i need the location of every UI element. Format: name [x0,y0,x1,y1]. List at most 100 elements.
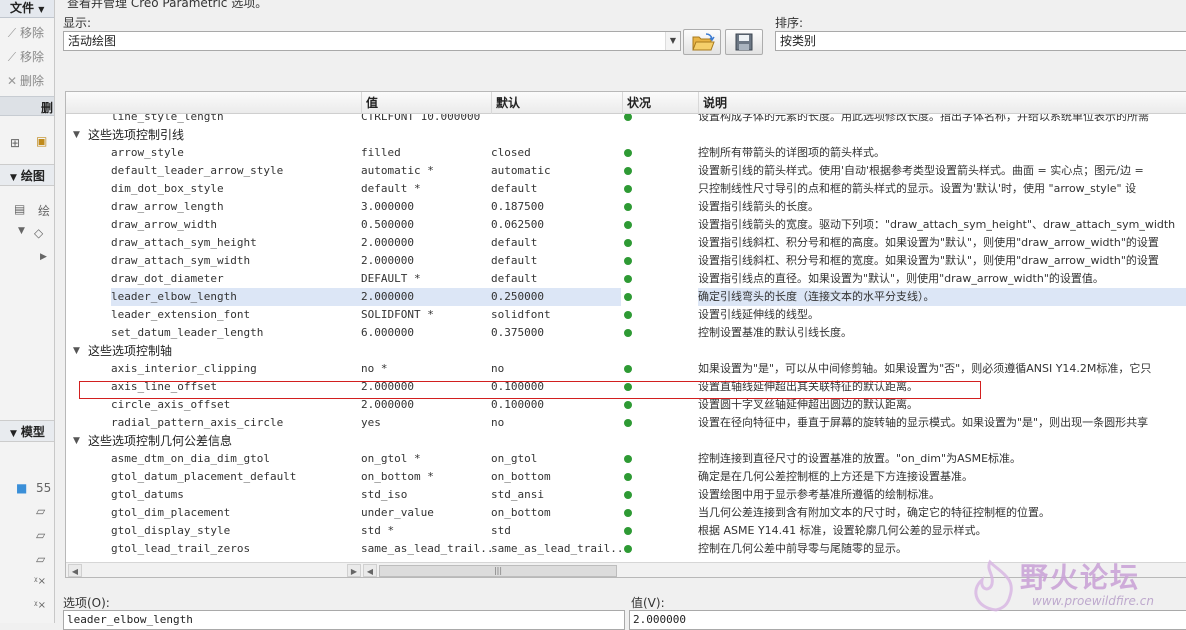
option-value[interactable]: under_value [361,504,491,522]
scroll-right-icon[interactable]: ▶ [347,564,361,577]
option-name: arrow_style [111,146,184,159]
status-ok-icon [622,522,652,540]
option-name: axis_interior_clipping [111,362,257,375]
collapse-icon[interactable]: ▶ [40,252,47,262]
column-header-description[interactable]: 说明 [698,92,1186,114]
table-header: 值 默认 状况 说明 [66,92,1186,114]
option-value[interactable]: on_bottom * [361,468,491,486]
option-name: draw_arrow_width [111,218,217,231]
option-value[interactable]: default * [361,180,491,198]
option-row[interactable]: circle_axis_offset 2.000000 0.100000 设置圆十字叉… [66,396,1186,414]
scrollbar-thumb[interactable]: ||| [379,565,617,577]
ribbon-remove-1[interactable]: ⟋ 移除 [4,22,44,44]
ribbon-delete[interactable]: ✕ 删除 [4,70,44,92]
option-value[interactable]: 2.000000 [361,378,491,396]
chevron-down-icon[interactable]: ▼ [665,32,680,50]
option-row[interactable]: line_style_length CTRLFONT 10.000000 设置构成字… [66,114,1186,126]
option-value[interactable]: DEFAULT * [361,270,491,288]
option-group-row[interactable]: ▼ 这些选项控制引线 [66,126,1186,144]
collapse-icon[interactable]: ▼ [73,432,80,450]
option-row[interactable]: leader_elbow_length 2.000000 0.250000 确定引线弯… [66,288,1186,306]
option-default: 0.375000 [491,326,544,339]
option-value[interactable]: automatic * [361,162,491,180]
option-row[interactable]: leader_extension_font SOLIDFONT * solidfon… [66,306,1186,324]
option-value[interactable]: filled [361,144,491,162]
collapse-icon[interactable]: ▼ [73,126,80,144]
option-row[interactable]: axis_line_offset 2.000000 0.100000 设置直轴线延伸超… [66,378,1186,396]
display-combo[interactable]: 活动绘图 ▼ [63,31,681,51]
option-value[interactable]: 3.000000 [361,198,491,216]
option-row[interactable]: radial_pattern_axis_circle yes no 设置在径向特征中，… [66,414,1186,432]
option-name: gtol_lead_trail_zeros [111,542,251,555]
option-input[interactable]: leader_elbow_length [63,610,625,630]
option-value[interactable]: std_iso [361,486,491,504]
column-header-default[interactable]: 默认 [491,92,622,114]
option-value[interactable]: CTRLFONT 10.000000 [361,114,491,126]
option-description: 控制所有带箭头的详图项的箭头样式。 [698,146,885,159]
option-description: 设置指引线斜杠、积分号和框的宽度。如果设置为"默认"，则使用"draw_arro… [698,254,1159,267]
option-value[interactable]: std * [361,522,491,540]
nav-header-model[interactable]: ▼ 模型 [0,420,54,442]
option-row[interactable]: asme_dtm_on_dia_dim_gtol on_gtol * on_gtol… [66,450,1186,468]
value-input[interactable]: 2.000000 [629,610,1186,630]
option-value[interactable]: yes [361,414,491,432]
option-row[interactable]: draw_arrow_width 0.500000 0.062500 设置指引线箭头的… [66,216,1186,234]
options-table: 值 默认 状况 说明 line_style_length CTRLFONT 10.… [65,91,1186,578]
save-config-button[interactable] [725,29,763,55]
option-value[interactable]: 6.000000 [361,324,491,342]
collapse-icon[interactable]: ▼ [73,342,80,360]
option-description: 设置构成字体的元素的长度。用此选项修改长度。指出字体名称，并给以系统单位表示的所… [698,114,1149,123]
tree-icon[interactable]: ⊞ [10,136,20,150]
open-config-button[interactable] [683,29,721,55]
option-row[interactable]: arrow_style filled closed 控制所有带箭头的详图项的箭头样式。 [66,144,1186,162]
option-row[interactable]: default_leader_arrow_style automatic * aut… [66,162,1186,180]
option-value[interactable]: 2.000000 [361,252,491,270]
status-ok-icon [622,270,652,288]
option-description: 只控制线性尺寸导引的点和框的箭头样式的显示。设置为'默认'时，使用 "arrow… [698,182,1137,195]
option-value[interactable]: 2.000000 [361,288,491,306]
option-group-row[interactable]: ▼ 这些选项控制轴 [66,342,1186,360]
tree-item-drawing[interactable]: 绘 [38,202,50,219]
option-row[interactable]: set_datum_leader_length 6.000000 0.375000 控… [66,324,1186,342]
sort-label: 排序: [775,16,804,30]
column-header-status[interactable]: 状况 [622,92,698,114]
value-label: 值(V): [631,596,665,610]
file-menu[interactable]: 文件 ▼ [0,0,54,18]
option-row[interactable]: draw_attach_sym_width 2.000000 default 设置指引… [66,252,1186,270]
option-name: default_leader_arrow_style [111,164,284,177]
option-row[interactable]: gtol_lead_trail_zeros same_as_lead_trail.… [66,540,1186,558]
horizontal-scrollbar[interactable]: ◀ ▶ ◀ ||| [66,562,1186,577]
option-row[interactable]: gtol_dim_placement under_value on_bottom 当几… [66,504,1186,522]
option-group-row[interactable]: ▼ 这些选项控制几何公差信息 [66,432,1186,450]
option-name: line_style_length [111,114,224,123]
group-label: 这些选项控制引线 [88,128,185,142]
option-value[interactable]: no * [361,360,491,378]
option-row[interactable]: draw_attach_sym_height 2.000000 default 设置指… [66,234,1186,252]
option-row[interactable]: gtol_datums std_iso std_ansi 设置绘图中用于显示参考基准所… [66,486,1186,504]
scroll-left-icon[interactable]: ◀ [363,564,377,577]
option-value[interactable]: on_gtol * [361,450,491,468]
ribbon-remove-2[interactable]: ⟋ 移除 [4,46,44,68]
layer-icon[interactable]: ▣ [36,134,47,148]
option-value[interactable]: 2.000000 [361,234,491,252]
save-icon [735,33,753,51]
option-row[interactable]: gtol_display_style std * std 根据 ASME Y14.41… [66,522,1186,540]
option-default: default [491,272,538,285]
option-value[interactable]: 2.000000 [361,396,491,414]
status-dot-icon [624,545,632,553]
option-row[interactable]: draw_dot_diameter DEFAULT * default 设置指引线点的… [66,270,1186,288]
expand-icon[interactable]: ▼ [18,226,25,236]
option-default: 0.250000 [491,288,621,306]
option-row[interactable]: gtol_datum_placement_default on_bottom * o… [66,468,1186,486]
option-row[interactable]: draw_arrow_length 3.000000 0.187500 设置指引线箭头… [66,198,1186,216]
tree-item-model[interactable]: 55 [36,481,51,495]
option-value[interactable]: SOLIDFONT * [361,306,491,324]
column-header-value[interactable]: 值 [361,92,491,114]
option-row[interactable]: axis_interior_clipping no * no 如果设置为"是"，可以从… [66,360,1186,378]
sort-combo[interactable]: 按类别 [775,31,1186,51]
nav-header-drawing[interactable]: ▼ 绘图 [0,164,54,186]
option-value[interactable]: 0.500000 [361,216,491,234]
option-value[interactable]: same_as_lead_trail... [361,540,491,558]
scroll-left-icon[interactable]: ◀ [68,564,82,577]
option-row[interactable]: dim_dot_box_style default * default 只控制线性尺寸… [66,180,1186,198]
